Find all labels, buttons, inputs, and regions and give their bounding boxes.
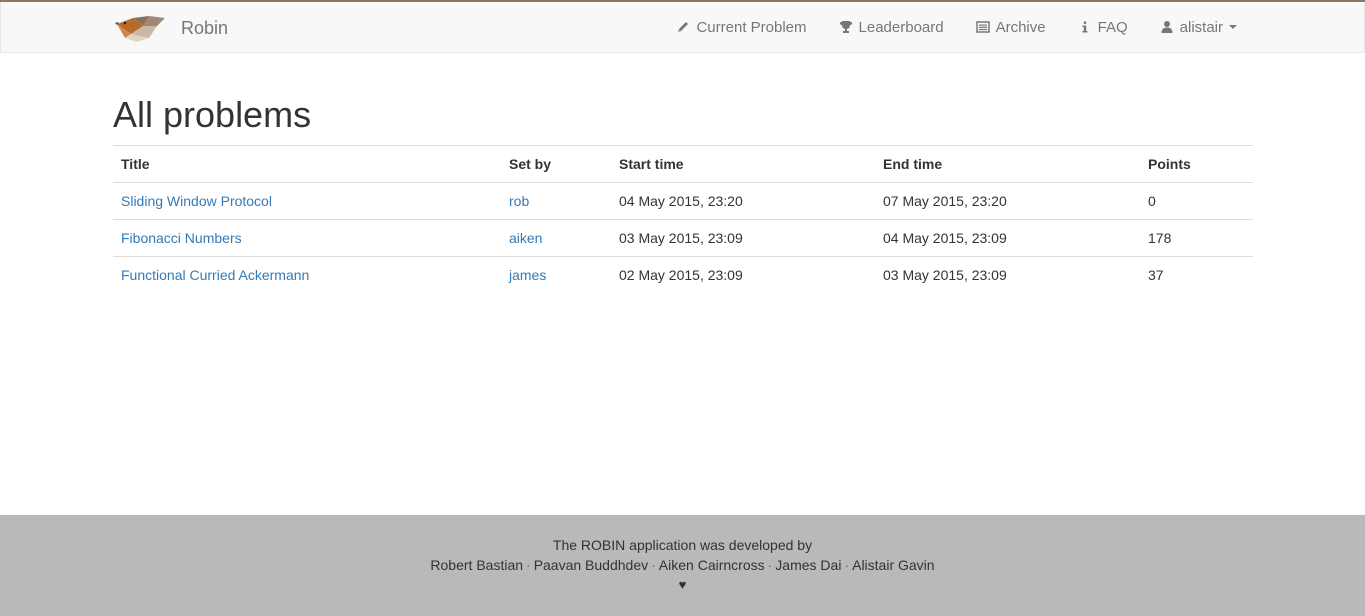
problem-title-link[interactable]: Functional Curried Ackermann [121,267,309,283]
cell-title: Sliding Window Protocol [113,182,501,220]
trophy-icon [839,21,852,33]
cell-start-time: 03 May 2015, 23:09 [611,219,875,257]
cell-set-by: james [501,256,611,293]
robin-logo-icon [115,16,165,42]
header-end-time: End time [875,145,1140,183]
nav-user-label: alistair [1179,18,1223,36]
info-icon [1082,21,1088,33]
nav-current-problem-label: Current Problem [696,18,807,36]
cell-points: 0 [1140,182,1253,220]
header-points: Points [1140,145,1253,183]
developer-name: Aiken Cairncross [658,557,765,573]
separator: · [767,557,773,573]
developer-name: Alistair Gavin [852,557,935,573]
cell-set-by: aiken [501,219,611,257]
nav-faq-label: FAQ [1097,18,1128,36]
cell-title: Fibonacci Numbers [113,219,501,257]
navbar: Robin Current Problem Leaderboard Archiv… [0,2,1365,53]
cell-end-time: 04 May 2015, 23:09 [875,219,1140,257]
setter-link[interactable]: aiken [509,230,542,246]
nav-leaderboard-label: Leaderboard [858,18,944,36]
footer-developers: Robert Bastian · Paavan Buddhdev · Aiken Cai… [0,557,1365,573]
separator: · [844,557,850,573]
cell-points: 37 [1140,256,1253,293]
chevron-down-icon [1229,25,1237,29]
header-title: Title [113,145,501,183]
list-alt-icon [975,21,990,33]
user-icon [1161,21,1173,33]
problems-table: Title Set by Start time End time Points … [113,145,1253,293]
cell-end-time: 07 May 2015, 23:20 [875,182,1140,220]
cell-start-time: 02 May 2015, 23:09 [611,256,875,293]
nav-archive[interactable]: Archive [960,2,1062,52]
nav-archive-label: Archive [995,18,1046,36]
nav-user-menu[interactable]: alistair [1144,2,1237,52]
problem-title-link[interactable]: Fibonacci Numbers [121,230,242,246]
nav-current-problem[interactable]: Current Problem [660,2,822,52]
table-row: Functional Curried Ackermann james 02 Ma… [113,256,1253,293]
setter-link[interactable]: james [509,267,546,283]
pencil-icon [678,22,689,32]
page-title: All problems [113,94,312,135]
main-nav: Current Problem Leaderboard Archive FAQ … [660,2,1237,52]
table-row: Sliding Window Protocol rob 04 May 2015,… [113,182,1253,220]
nav-faq[interactable]: FAQ [1062,2,1144,52]
brand-link[interactable]: Robin [113,12,228,44]
brand-name: Robin [181,17,229,38]
separator: · [651,557,656,573]
developer-name: Robert Bastian [430,557,524,573]
footer: The ROBIN application was developed by R… [0,515,1365,616]
problem-title-link[interactable]: Sliding Window Protocol [121,193,272,209]
footer-credit-text: The ROBIN application was developed by [552,537,813,553]
setter-link[interactable]: rob [509,193,529,209]
cell-points: 178 [1140,219,1253,257]
cell-title: Functional Curried Ackermann [113,256,501,293]
table-header-row: Title Set by Start time End time Points [113,145,1253,183]
header-start-time: Start time [611,145,875,183]
developer-name: Paavan Buddhdev [533,557,649,573]
separator: · [526,557,531,573]
header-set-by: Set by [501,145,611,183]
developer-name: James Dai [775,557,842,573]
nav-leaderboard[interactable]: Leaderboard [823,2,960,52]
cell-start-time: 04 May 2015, 23:20 [611,182,875,220]
heart-icon: ♥ [678,577,687,592]
cell-end-time: 03 May 2015, 23:09 [875,256,1140,293]
table-row: Fibonacci Numbers aiken 03 May 2015, 23:… [113,219,1253,257]
cell-set-by: rob [501,182,611,220]
